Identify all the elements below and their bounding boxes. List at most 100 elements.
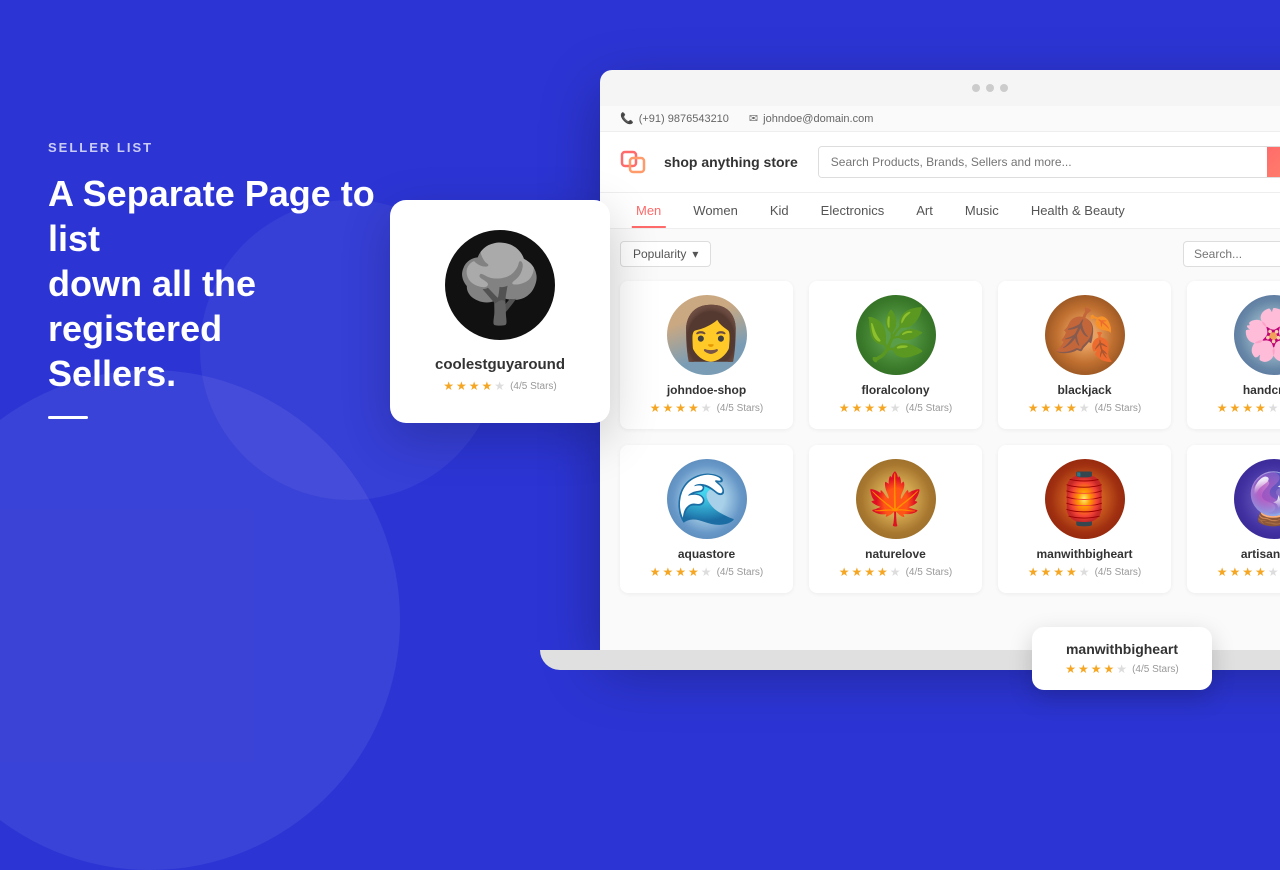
star-4: ★ [877, 565, 888, 579]
popup-rating-text: (4/5 Stars) [1132, 664, 1179, 675]
nav-electronics[interactable]: Electronics [805, 193, 901, 228]
star-3: ★ [675, 401, 686, 415]
seller-avatar [667, 295, 747, 375]
star-1: ★ [650, 401, 661, 415]
star-4: ★ [1104, 662, 1115, 676]
star-4: ★ [688, 565, 699, 579]
popup-seller-rating: ★ ★ ★ ★ ★ (4/5 Stars) [1050, 662, 1194, 676]
seller-card[interactable]: artisancraft ★ ★ ★ ★ ★ (4/5 Stars) [1187, 445, 1280, 593]
floating-seller-card[interactable]: 🌳 coolestguyaround ★ ★ ★ ★ ★ (4/5 Stars) [390, 200, 610, 423]
star-5: ★ [1116, 662, 1127, 676]
seller-avatar [1234, 459, 1280, 539]
seller-name: handcrafts [1201, 383, 1280, 397]
star-1: ★ [839, 401, 850, 415]
star-5: ★ [1268, 401, 1279, 415]
floating-seller-card-2[interactable]: manwithbigheart ★ ★ ★ ★ ★ (4/5 Stars) [1032, 627, 1212, 690]
seller-card[interactable]: johndoe-shop ★ ★ ★ ★ ★ (4/5 Stars) [620, 281, 793, 429]
seller-name: aquastore [634, 547, 779, 561]
star-2: ★ [663, 401, 674, 415]
seller-card[interactable]: manwithbigheart ★ ★ ★ ★ ★ (4/5 Stars) [998, 445, 1171, 593]
star-4: ★ [1066, 565, 1077, 579]
screen-dot [1000, 84, 1008, 92]
seller-avatar [856, 459, 936, 539]
nav-music[interactable]: Music [949, 193, 1015, 228]
seller-name: naturelove [823, 547, 968, 561]
seller-avatar [667, 459, 747, 539]
email-icon: ✉ [749, 112, 758, 125]
star-3: ★ [1242, 401, 1253, 415]
star-5: ★ [701, 565, 712, 579]
seller-card[interactable]: naturelove ★ ★ ★ ★ ★ (4/5 Stars) [809, 445, 982, 593]
star-4: ★ [1255, 401, 1266, 415]
nav-women[interactable]: Women [677, 193, 754, 228]
star-2: ★ [852, 565, 863, 579]
star-1: ★ [1217, 565, 1228, 579]
star-2: ★ [1230, 401, 1241, 415]
seller-name: floralcolony [823, 383, 968, 397]
star-3: ★ [864, 401, 875, 415]
rating-text: (4/5 Stars) [717, 567, 764, 578]
star-1: ★ [1065, 662, 1076, 676]
floating-avatar: 🌳 [445, 230, 555, 340]
star-5: ★ [890, 565, 901, 579]
search-input[interactable] [819, 147, 1267, 177]
star-2: ★ [1230, 565, 1241, 579]
screen-dot [972, 84, 980, 92]
seller-card[interactable]: aquastore ★ ★ ★ ★ ★ (4/5 Stars) [620, 445, 793, 593]
phone-info: 📞 (+91) 9876543210 [620, 112, 729, 125]
nav-health-beauty[interactable]: Health & Beauty [1015, 193, 1141, 228]
star-2: ★ [1041, 401, 1052, 415]
floating-seller-rating: ★ ★ ★ ★ ★ (4/5 Stars) [414, 379, 586, 393]
search-bar[interactable]: 🔍 Search [818, 146, 1280, 178]
rating-text: (4/5 Stars) [1095, 567, 1142, 578]
top-bar: 📞 (+91) 9876543210 ✉ johndoe@domain.com [600, 106, 1280, 132]
star-2: ★ [456, 379, 467, 393]
sellers-grid: johndoe-shop ★ ★ ★ ★ ★ (4/5 Stars) [620, 281, 1280, 593]
seller-card[interactable]: blackjack ★ ★ ★ ★ ★ (4/5 Stars) [998, 281, 1171, 429]
star-3: ★ [1091, 662, 1102, 676]
title-divider [48, 416, 88, 419]
popup-seller-name: manwithbigheart [1050, 641, 1194, 657]
site-header: shop anything store 🔍 Search [600, 132, 1280, 193]
seller-avatar [1234, 295, 1280, 375]
search-button[interactable]: 🔍 Search [1267, 147, 1280, 177]
star-5: ★ [1079, 565, 1090, 579]
star-5: ★ [1268, 565, 1279, 579]
search-sellers-input[interactable] [1183, 241, 1280, 267]
laptop-screen: 📞 (+91) 9876543210 ✉ johndoe@domain.com … [600, 70, 1280, 650]
seller-name: artisancraft [1201, 547, 1280, 561]
rating-text: (4/5 Stars) [717, 403, 764, 414]
logo-text: shop anything store [664, 154, 798, 170]
star-2: ★ [663, 565, 674, 579]
seller-name: blackjack [1012, 383, 1157, 397]
main-nav: Men Women Kid Electronics Art Music Heal… [600, 193, 1280, 229]
seller-card[interactable]: handcrafts ★ ★ ★ ★ ★ (4/5 Stars) [1187, 281, 1280, 429]
app-ui: 📞 (+91) 9876543210 ✉ johndoe@domain.com … [600, 106, 1280, 650]
floating-seller-name: coolestguyaround [414, 356, 586, 373]
star-2: ★ [852, 401, 863, 415]
star-4: ★ [688, 401, 699, 415]
star-5: ★ [494, 379, 505, 393]
star-1: ★ [443, 379, 454, 393]
seller-avatar [1045, 295, 1125, 375]
star-2: ★ [1041, 565, 1052, 579]
sort-dropdown[interactable]: Popularity ▾ [620, 241, 711, 267]
screen-dots [972, 84, 1008, 92]
phone-icon: 📞 [620, 112, 634, 125]
seller-avatar [1045, 459, 1125, 539]
content-area: Popularity ▾ johndoe-shop ★ ★ ★ [600, 229, 1280, 650]
seller-avatar [856, 295, 936, 375]
star-1: ★ [1028, 565, 1039, 579]
nav-art[interactable]: Art [900, 193, 949, 228]
nav-men[interactable]: Men [620, 193, 677, 228]
rating-text: (4/5 Stars) [1095, 403, 1142, 414]
star-3: ★ [864, 565, 875, 579]
star-4: ★ [482, 379, 493, 393]
star-1: ★ [1028, 401, 1039, 415]
screen-dot [986, 84, 994, 92]
seller-card[interactable]: floralcolony ★ ★ ★ ★ ★ (4/5 Stars) [809, 281, 982, 429]
nav-kid[interactable]: Kid [754, 193, 805, 228]
star-3: ★ [1242, 565, 1253, 579]
star-3: ★ [675, 565, 686, 579]
star-1: ★ [1217, 401, 1228, 415]
